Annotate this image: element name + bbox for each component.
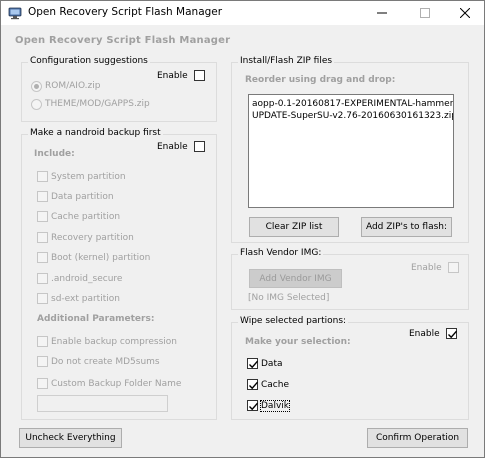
- vendor-enable-checkbox[interactable]: [448, 262, 459, 273]
- radio-theme-mod-gapps-label: THEME/MOD/GAPPS.zip: [45, 99, 150, 109]
- checkbox-sd-ext-partition[interactable]: [37, 293, 48, 304]
- list-item[interactable]: aopp-0.1-20160817-EXPERIMENTAL-hammerhea…: [249, 98, 453, 110]
- radio-theme-mod-gapps[interactable]: [31, 99, 42, 110]
- window-title: Open Recovery Script Flash Manager: [28, 6, 223, 18]
- backup-group-label: Make a nandroid backup first: [28, 128, 163, 138]
- checkbox-wipe-dalvik[interactable]: [247, 400, 259, 411]
- wipe-group: Wipe selected partions: Enable Make your…: [231, 316, 469, 420]
- config-group: Configuration suggestions Enable ROM/AIO…: [21, 56, 217, 122]
- checkmark-icon: [448, 330, 458, 339]
- label-android-secure: .android_secure: [51, 274, 123, 284]
- checkbox-system-partition[interactable]: [37, 171, 48, 182]
- vendor-group-label: Flash Vendor IMG:: [238, 248, 324, 258]
- config-group-label: Configuration suggestions: [28, 56, 150, 66]
- zip-file-list[interactable]: aopp-0.1-20160817-EXPERIMENTAL-hammerhea…: [248, 94, 454, 208]
- minimize-icon: [377, 12, 387, 14]
- radio-rom-aio-label: ROM/AIO.zip: [45, 81, 101, 91]
- include-label: Include:: [34, 149, 75, 159]
- radio-rom-aio[interactable]: [31, 81, 42, 92]
- checkmark-icon: [249, 402, 259, 411]
- title-bar: Open Recovery Script Flash Manager: [1, 1, 484, 25]
- label-data-partition: Data partition: [51, 192, 114, 202]
- close-icon: [460, 8, 470, 18]
- vendor-group: Flash Vendor IMG: Enable Add Vendor IMG …: [231, 248, 469, 310]
- checkbox-recovery-partition[interactable]: [37, 232, 48, 243]
- app-window: Open Recovery Script Flash Manager Open …: [0, 0, 485, 458]
- reorder-label: Reorder using drag and drop:: [245, 75, 396, 85]
- label-recovery-partition: Recovery partition: [51, 233, 134, 243]
- checkbox-custom-folder[interactable]: [37, 378, 48, 389]
- checkmark-icon: [249, 381, 259, 390]
- minimize-button[interactable]: [362, 1, 402, 25]
- checkbox-wipe-data[interactable]: [247, 358, 259, 369]
- label-wipe-data: Data: [261, 359, 283, 369]
- label-wipe-dalvik: Dalvik: [260, 400, 290, 412]
- backup-enable-checkbox[interactable]: [194, 141, 205, 152]
- vendor-img-status: [No IMG Selected]: [248, 293, 330, 303]
- custom-folder-input[interactable]: [37, 395, 168, 412]
- vendor-enable-label: Enable: [411, 263, 442, 273]
- wipe-enable-label: Enable: [409, 329, 440, 339]
- maximize-icon: [420, 8, 430, 18]
- checkmark-icon: [249, 360, 259, 369]
- confirm-operation-button[interactable]: Confirm Operation: [367, 428, 468, 448]
- selection-label: Make your selection:: [245, 337, 351, 347]
- label-backup-compression: Enable backup compression: [51, 337, 177, 347]
- list-item[interactable]: UPDATE-SuperSU-v2.76-20160630161323.zip: [249, 110, 453, 122]
- checkbox-backup-compression[interactable]: [37, 336, 48, 347]
- label-wipe-cache: Cache: [261, 380, 289, 390]
- checkbox-boot-partition[interactable]: [37, 252, 48, 263]
- add-zips-button[interactable]: Add ZIP's to flash:: [361, 217, 452, 237]
- clear-zip-list-button[interactable]: Clear ZIP list: [249, 217, 339, 237]
- app-icon: [8, 6, 22, 20]
- label-sd-ext-partition: sd-ext partition: [51, 294, 120, 304]
- additional-parameters-label: Additional Parameters:: [37, 314, 155, 324]
- add-vendor-img-button[interactable]: Add Vendor IMG: [249, 269, 342, 288]
- config-enable-label: Enable: [157, 71, 188, 81]
- checkbox-no-md5sums[interactable]: [37, 356, 48, 367]
- checkbox-android-secure[interactable]: [37, 273, 48, 284]
- install-group-label: Install/Flash ZIP files: [238, 56, 335, 66]
- wipe-enable-checkbox[interactable]: [446, 328, 458, 339]
- maximize-button[interactable]: [405, 1, 445, 25]
- backup-group: Make a nandroid backup first Enable Incl…: [21, 128, 217, 420]
- install-group: Install/Flash ZIP files Reorder using dr…: [231, 56, 469, 243]
- app-heading: Open Recovery Script Flash Manager: [15, 35, 231, 46]
- label-boot-partition: Boot (kernel) partition: [51, 253, 151, 263]
- config-enable-checkbox[interactable]: [194, 70, 205, 81]
- close-button[interactable]: [445, 1, 485, 25]
- uncheck-everything-button[interactable]: Uncheck Everything: [19, 428, 122, 448]
- checkbox-wipe-cache[interactable]: [247, 379, 259, 390]
- label-system-partition: System partition: [51, 172, 126, 182]
- label-cache-partition: Cache partition: [51, 212, 121, 222]
- checkbox-data-partition[interactable]: [37, 191, 48, 202]
- wipe-group-label: Wipe selected partions:: [238, 316, 349, 326]
- label-no-md5sums: Do not create MD5sums: [51, 357, 160, 367]
- label-custom-folder: Custom Backup Folder Name: [51, 379, 182, 389]
- backup-enable-label: Enable: [157, 142, 188, 152]
- checkbox-cache-partition[interactable]: [37, 211, 48, 222]
